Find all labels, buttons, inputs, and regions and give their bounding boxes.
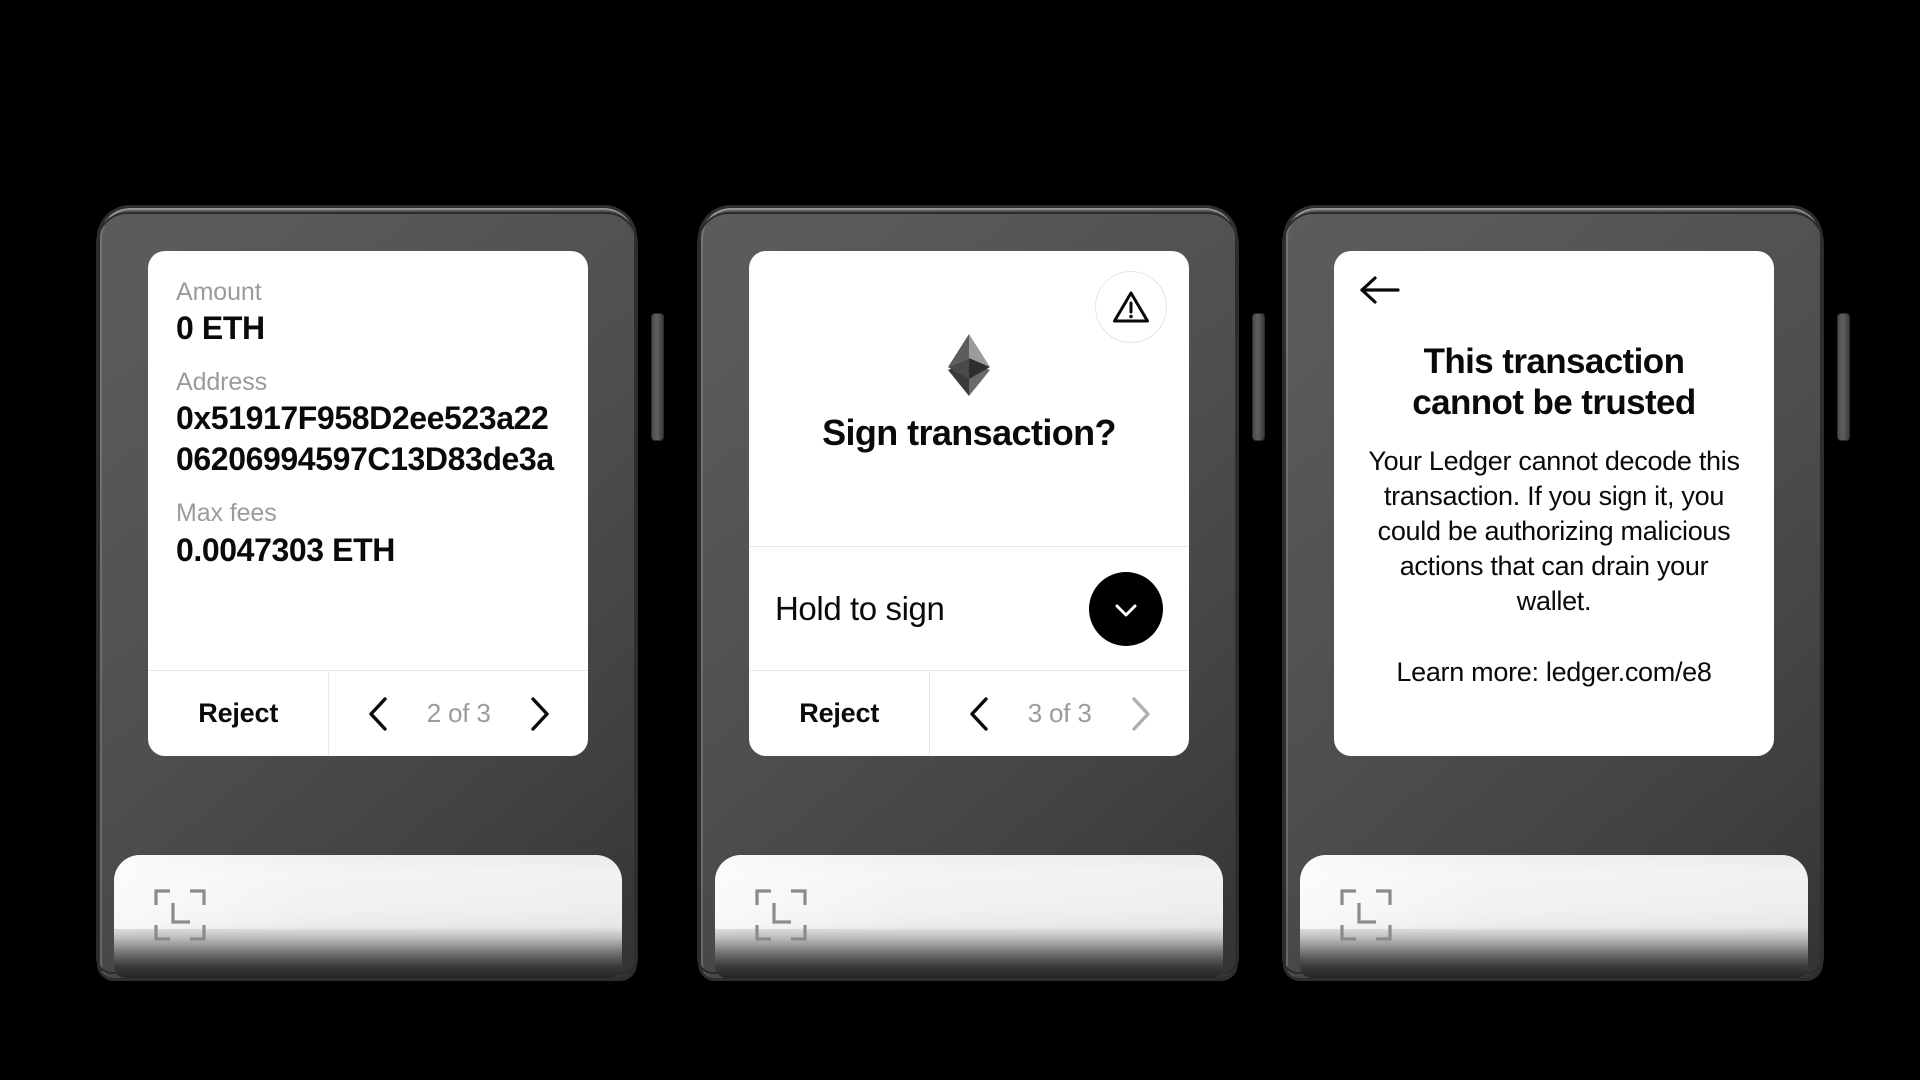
chevron-left-icon[interactable] <box>967 695 991 733</box>
hold-to-sign-row: Hold to sign <box>749 546 1189 670</box>
chevron-right-icon[interactable] <box>528 695 552 733</box>
field-label-amount: Amount <box>176 278 262 306</box>
device-side-button[interactable] <box>1253 314 1264 440</box>
action-row-1: Reject 2 of 3 <box>148 670 588 756</box>
pager-1: 2 of 3 <box>328 671 588 756</box>
untrusted-warning-body: This transaction cannot be trusted Your … <box>1358 307 1750 736</box>
field-value-address: 0x51917F958D2ee523a2206206994597C13D83de… <box>176 400 554 478</box>
device-base-3 <box>1300 855 1808 978</box>
ledger-device-3: This transaction cannot be trusted Your … <box>1282 208 1849 998</box>
device-side-button[interactable] <box>1838 314 1849 440</box>
field-address: Address 0x51917F958D2ee523a2206206994597… <box>176 367 560 480</box>
check-icon <box>1115 604 1137 616</box>
sign-confirmation-panel: Sign transaction? <box>749 251 1189 546</box>
page-indicator-2: 3 of 3 <box>1027 698 1092 728</box>
field-value-amount: 0 ETH <box>176 310 265 347</box>
device-base-2 <box>715 855 1223 978</box>
field-label-max-fees: Max fees <box>176 499 277 528</box>
action-row-2: Reject 3 of 3 <box>749 670 1189 756</box>
warning-badge[interactable] <box>1095 271 1167 343</box>
chevron-left-icon[interactable] <box>366 695 390 733</box>
field-amount: Amount 0 ETH <box>176 277 560 349</box>
device-screen-1: Amount 0 ETH Address 0x51917F958D2ee523a… <box>148 251 588 756</box>
ledger-logo-icon <box>154 889 206 941</box>
arrow-left-icon[interactable] <box>1358 273 1402 307</box>
ledger-device-2: Sign transaction? Hold to sign Reject 3 … <box>697 208 1264 998</box>
screenshot-stage: Amount 0 ETH Address 0x51917F958D2ee523a… <box>0 0 1920 1080</box>
ledger-logo-icon <box>1340 889 1392 941</box>
learn-more-link[interactable]: Learn more: ledger.com/e8 <box>1396 657 1711 688</box>
pager-2: 3 of 3 <box>929 671 1189 756</box>
field-max-fees: Max fees 0.0047303 ETH <box>176 498 560 570</box>
device-screen-3: This transaction cannot be trusted Your … <box>1334 251 1774 756</box>
hold-to-sign-button[interactable] <box>1089 571 1163 646</box>
field-label-address: Address <box>176 368 268 397</box>
field-value-max-fees: 0.0047303 ETH <box>176 531 395 568</box>
untrusted-warning-text: Your Ledger cannot decode this transacti… <box>1368 445 1740 616</box>
untrusted-warning-title: This transaction cannot be trusted <box>1412 341 1696 423</box>
transaction-details-panel: Amount 0 ETH Address 0x51917F958D2ee523a… <box>148 251 588 670</box>
warning-triangle-icon <box>1113 291 1149 323</box>
ethereum-logo-icon <box>948 333 990 396</box>
untrusted-warning-panel: This transaction cannot be trusted Your … <box>1334 251 1774 756</box>
sign-title: Sign transaction? <box>822 411 1116 453</box>
chevron-right-icon <box>1131 696 1150 731</box>
ledger-logo-icon <box>755 889 807 941</box>
hold-to-sign-label: Hold to sign <box>775 589 945 627</box>
page-indicator-1: 2 of 3 <box>426 698 491 728</box>
reject-button-2[interactable]: Reject <box>749 671 929 756</box>
device-base-1 <box>114 855 622 978</box>
device-screen-2: Sign transaction? Hold to sign Reject 3 … <box>749 251 1189 756</box>
device-side-button[interactable] <box>652 314 663 440</box>
reject-button-1[interactable]: Reject <box>148 671 328 756</box>
ledger-device-1: Amount 0 ETH Address 0x51917F958D2ee523a… <box>96 208 663 998</box>
